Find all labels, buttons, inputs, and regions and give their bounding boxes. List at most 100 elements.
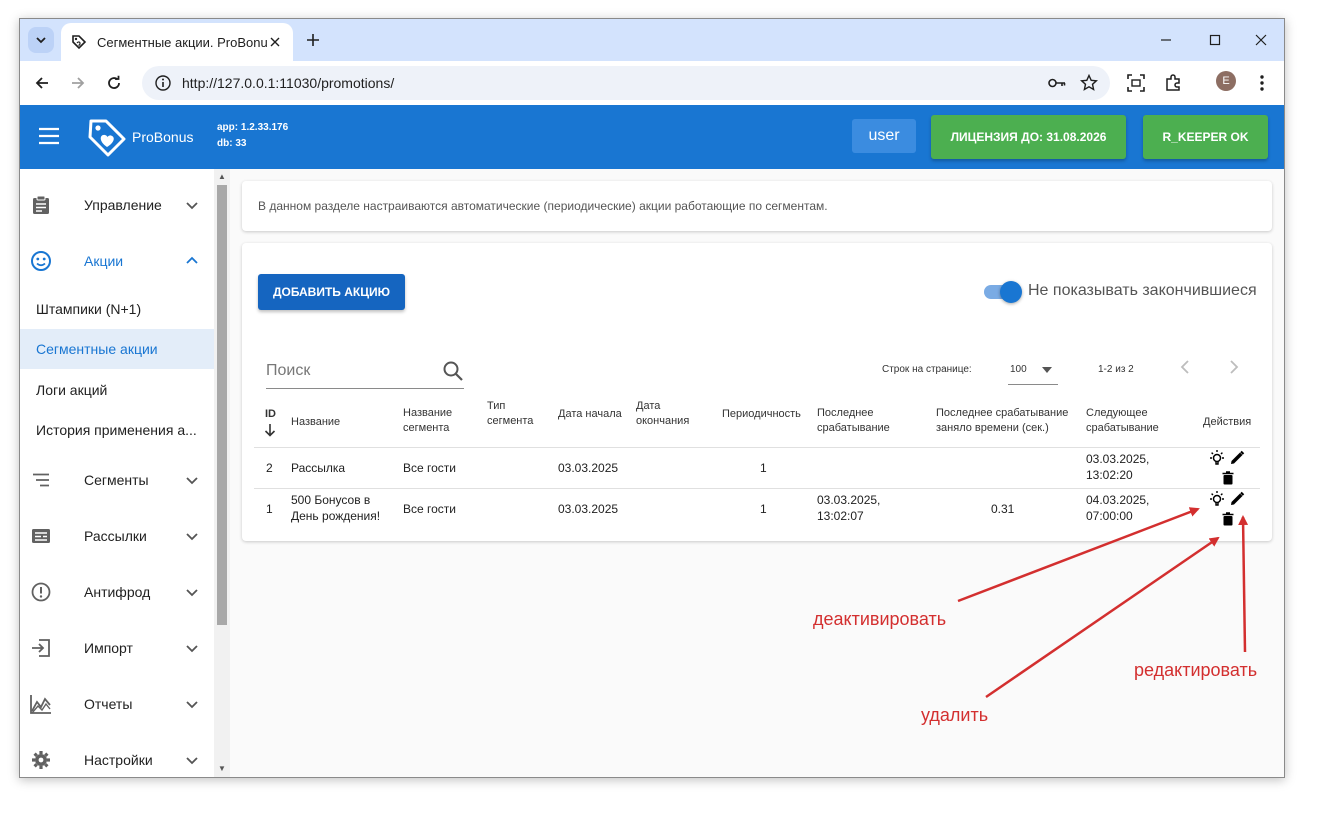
row-next-run: 03.03.2025, 13:02:20 [1086, 452, 1150, 482]
search-icon[interactable] [442, 360, 464, 382]
chevron-right-icon [1230, 360, 1239, 374]
sidebar-item-management[interactable]: Управление [20, 183, 214, 227]
rows-per-page-select[interactable]: 100 [1008, 355, 1058, 385]
sidebar-item-reports[interactable]: Отчеты [20, 682, 214, 726]
user-button[interactable]: user [852, 119, 916, 153]
sidebar-item-antifraud[interactable]: Антифрод [20, 570, 214, 614]
column-header-start-date[interactable]: Дата начала [558, 407, 622, 422]
column-header-id[interactable]: ID [265, 407, 276, 422]
forward-button[interactable] [66, 71, 90, 95]
column-header-last-run-duration[interactable]: Последнее срабатывание заняло времени (с… [936, 406, 1081, 436]
tab-search-button[interactable] [28, 27, 54, 53]
probonus-logo-icon [88, 119, 126, 157]
chevron-down-icon [36, 37, 46, 44]
plus-icon [307, 34, 319, 46]
promotions-card: ДОБАВИТЬ АКЦИЮ Не показывать закончившие… [242, 243, 1272, 541]
delete-button[interactable] [1219, 469, 1237, 487]
password-key-button[interactable] [1046, 72, 1068, 94]
row-start-date: 03.03.2025 [558, 461, 619, 475]
minimize-button[interactable] [1151, 27, 1181, 53]
profile-avatar[interactable]: E [1216, 71, 1236, 91]
license-button[interactable]: ЛИЦЕНЗИЯ ДО: 31.08.2026 [931, 115, 1126, 159]
mail-icon [30, 525, 52, 547]
row-start-date: 03.03.2025 [558, 502, 619, 516]
hide-finished-switch[interactable] [982, 281, 1022, 303]
sidebar-item-promotions[interactable]: Акции [20, 239, 214, 283]
screenshot-button[interactable] [1124, 71, 1148, 95]
browser-tab[interactable]: Сегментные акции. ProBonus [61, 23, 293, 61]
row-name: 500 Бонусов в День рождения! [291, 493, 381, 523]
gear-icon [30, 749, 52, 771]
add-promotion-button[interactable]: ДОБАВИТЬ АКЦИЮ [258, 274, 405, 310]
trash-icon [1222, 471, 1234, 485]
browser-menu-button[interactable] [1250, 71, 1274, 95]
tab-close-button[interactable] [267, 34, 283, 50]
column-header-segment-type[interactable]: Тип сегмента [487, 399, 547, 429]
rows-per-page-value: 100 [1010, 364, 1027, 375]
scroll-down-arrow-icon[interactable]: ▼ [218, 765, 226, 773]
pencil-icon [1231, 450, 1245, 464]
search-input[interactable] [266, 359, 436, 383]
new-tab-button[interactable] [302, 29, 324, 51]
sidebar-subitem-segment-promotions[interactable]: Сегментные акции [20, 329, 214, 369]
sidebar-subitem-usage-history[interactable]: История применения а... [20, 410, 214, 450]
row-segment: Все гости [403, 502, 456, 516]
bookmark-button[interactable] [1078, 72, 1100, 94]
sidebar-item-label: Импорт [84, 640, 133, 656]
page-range: 1-2 из 2 [1098, 364, 1134, 375]
sidebar-subitem-stamps[interactable]: Штампики (N+1) [20, 289, 214, 329]
sidebar-scrollbar[interactable]: ▲ ▼ [214, 169, 230, 777]
minimize-icon [1161, 39, 1171, 41]
column-header-segment-name[interactable]: Название сегмента [403, 406, 473, 436]
delete-button[interactable] [1219, 510, 1237, 528]
next-page-button[interactable] [1223, 356, 1245, 378]
column-header-end-date[interactable]: Дата окончания [636, 399, 706, 429]
prev-page-button[interactable] [1174, 356, 1196, 378]
sidebar-item-settings[interactable]: Настройки [20, 738, 214, 777]
sidebar-item-label: Сегменты [84, 472, 149, 488]
column-header-actions: Действия [1203, 416, 1252, 428]
hide-finished-label: Не показывать закончившиеся [1028, 282, 1257, 299]
maximize-button[interactable] [1200, 27, 1230, 53]
edit-button[interactable] [1228, 449, 1246, 467]
site-info-icon[interactable] [154, 74, 172, 92]
sort-arrow-down-icon[interactable] [264, 423, 276, 437]
chevron-left-icon [1180, 360, 1189, 374]
chevron-down-icon [186, 477, 198, 485]
column-header-last-run[interactable]: Последнее срабатывание [817, 406, 912, 436]
column-header-periodicity[interactable]: Периодичность [722, 407, 801, 422]
column-header-next-run[interactable]: Следующее срабатывание [1086, 406, 1181, 436]
edit-button[interactable] [1228, 490, 1246, 508]
rows-per-page-label: Строк на странице: [882, 364, 972, 375]
capture-icon [1127, 74, 1145, 92]
browser-window: Сегментные акции. ProBonus http://127.0.… [19, 18, 1285, 778]
row-name: Рассылка [291, 461, 346, 475]
close-icon [270, 37, 280, 47]
deactivate-button[interactable] [1208, 490, 1226, 508]
sidebar-subitem-promotion-logs[interactable]: Логи акций [20, 370, 214, 410]
close-window-button[interactable] [1246, 27, 1276, 53]
lightbulb-icon [1210, 491, 1224, 506]
address-url[interactable]: http://127.0.0.1:11030/promotions/ [182, 75, 1046, 91]
sidebar-item-import[interactable]: Импорт [20, 626, 214, 670]
chevron-down-icon [186, 757, 198, 765]
reload-button[interactable] [102, 71, 126, 95]
alert-icon [30, 581, 52, 603]
smile-icon [30, 250, 52, 272]
sidebar-item-mailings[interactable]: Рассылки [20, 514, 214, 558]
back-button[interactable] [30, 71, 54, 95]
scrollbar-thumb[interactable] [217, 185, 227, 625]
row-next-run: 04.03.2025, 07:00:00 [1086, 493, 1150, 523]
switch-thumb [1000, 281, 1022, 303]
column-header-name[interactable]: Название [291, 415, 340, 430]
address-bar[interactable]: http://127.0.0.1:11030/promotions/ [142, 66, 1110, 100]
pencil-icon [1231, 491, 1245, 505]
menu-icon[interactable] [38, 127, 60, 145]
star-icon [1080, 74, 1098, 91]
deactivate-button[interactable] [1208, 449, 1226, 467]
extensions-button[interactable] [1161, 71, 1185, 95]
scroll-up-arrow-icon[interactable]: ▲ [218, 173, 226, 181]
rkeeper-status-button[interactable]: R_KEEPER OK [1143, 115, 1268, 159]
sidebar-item-segments[interactable]: Сегменты [20, 458, 214, 502]
sidebar-item-label: Настройки [84, 752, 153, 768]
